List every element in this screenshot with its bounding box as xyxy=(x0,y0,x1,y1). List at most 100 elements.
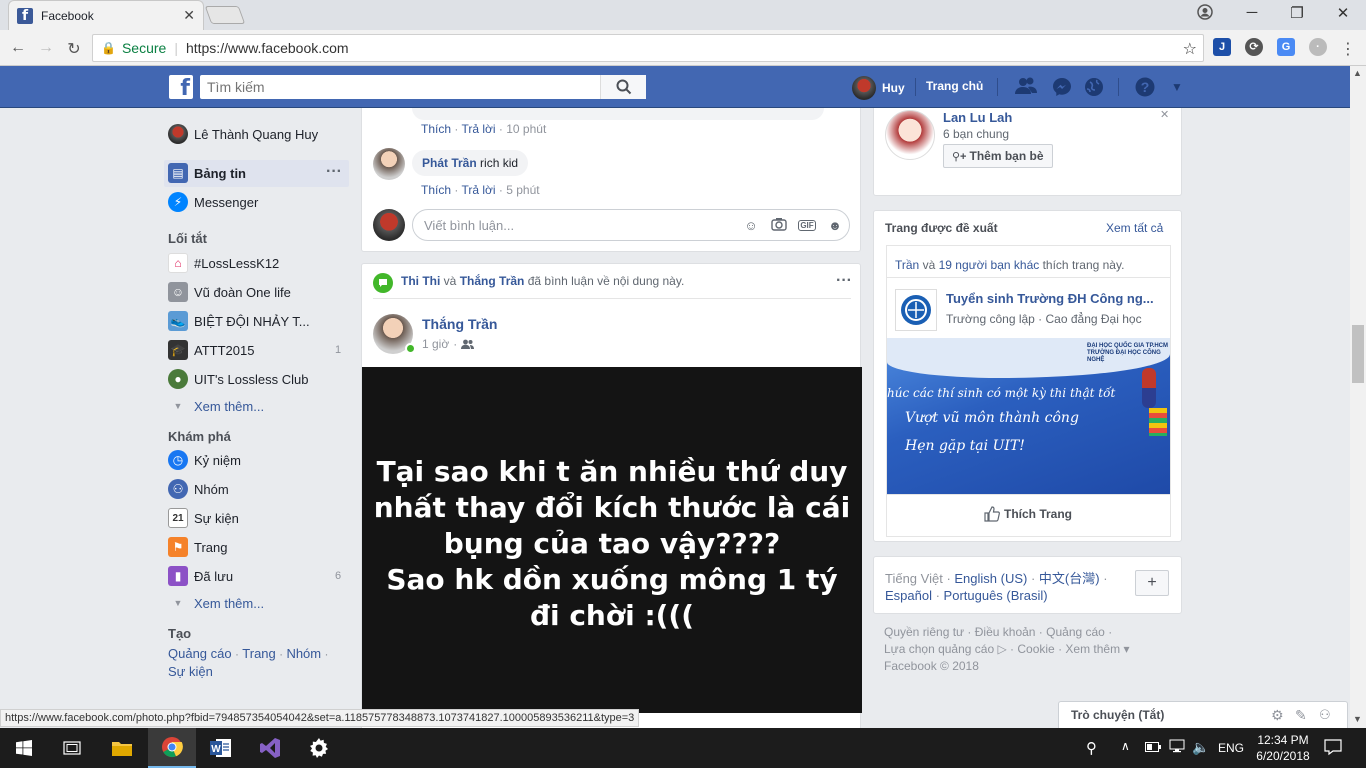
home-link[interactable]: Trang chủ xyxy=(926,79,983,93)
page-name[interactable]: Tuyển sinh Trường ĐH Công ng... xyxy=(946,291,1154,306)
language-option[interactable]: 中文(台灣) xyxy=(1039,571,1100,586)
reload-icon[interactable]: ↻ xyxy=(64,39,84,59)
translate-icon[interactable]: G xyxy=(1277,38,1295,56)
chrome-taskbar-icon[interactable] xyxy=(148,728,196,768)
scroll-up-icon[interactable]: ▲ xyxy=(1353,68,1362,78)
comment-author[interactable]: Phát Trần xyxy=(422,156,477,170)
sidebar-profile-link[interactable]: Lê Thành Quang Huy xyxy=(168,124,318,144)
address-bar[interactable]: 🔒 Secure | https://www.facebook.com ☆ xyxy=(92,34,1204,62)
scroll-down-icon[interactable]: ▼ xyxy=(1353,714,1362,724)
post-photo[interactable]: Tại sao khi t ăn nhiều thứ duy nhất thay… xyxy=(362,367,862,713)
menu-dots-icon[interactable]: ⋮ xyxy=(1338,39,1358,59)
sidebar-item-explore[interactable]: ⚇ Nhóm xyxy=(168,479,229,499)
volume-icon[interactable]: 🔈 xyxy=(1192,739,1209,756)
extension-circle-icon[interactable]: ⟳ xyxy=(1245,38,1263,56)
create-page-link[interactable]: Trang xyxy=(242,646,275,661)
sidebar-item-shortcut[interactable]: 👟 BIỆT ĐỘI NHẢY T... xyxy=(168,311,310,331)
reply-comment-link[interactable]: Trả lời xyxy=(461,183,495,197)
comment-input-box[interactable]: Viết bình luận... ☺ GIF ☻ xyxy=(412,209,850,241)
add-language-button[interactable]: + xyxy=(1135,570,1169,596)
sidebar-item-shortcut[interactable]: ● UIT's Lossless Club xyxy=(168,369,308,389)
sidebar-item-shortcut[interactable]: 🎓 ATTT2015 xyxy=(168,340,254,360)
sidebar-item-explore[interactable]: ◷ Kỷ niệm xyxy=(168,450,241,470)
extension-j-icon[interactable]: J xyxy=(1213,38,1231,56)
see-more-shortcuts[interactable]: ▼ Xem thêm... xyxy=(168,396,265,416)
camera-icon[interactable] xyxy=(765,217,793,234)
chat-sidebar-bar[interactable]: Trò chuyện (Tắt) ⚙ ✎ ⚇ xyxy=(1058,701,1348,728)
sidebar-item-shortcut[interactable]: ⌂ #LossLessK12 xyxy=(168,253,279,273)
friend-name[interactable]: Lan Lu Lah xyxy=(943,110,1012,125)
minimize-icon[interactable]: ─ xyxy=(1240,4,1264,21)
forward-icon[interactable]: → xyxy=(36,39,56,57)
create-event-link[interactable]: Sự kiện xyxy=(168,664,213,679)
language-option[interactable]: English (US) xyxy=(954,571,1027,586)
new-tab-button[interactable] xyxy=(204,6,246,24)
chevron-up-icon[interactable]: ∧ xyxy=(1121,739,1130,753)
close-window-icon[interactable]: ✕ xyxy=(1331,4,1355,22)
group-chat-icon[interactable]: ⚇ xyxy=(1319,707,1347,723)
file-explorer-icon[interactable] xyxy=(98,728,146,768)
browser-tab[interactable]: f Facebook ✕ xyxy=(8,0,204,30)
see-all-link[interactable]: Xem tất cả xyxy=(1106,221,1163,235)
input-language[interactable]: ENG xyxy=(1218,741,1244,755)
footer-link[interactable]: Xem thêm xyxy=(1065,642,1120,656)
search-input[interactable] xyxy=(200,79,600,95)
comment-input[interactable]: Viết bình luận... xyxy=(424,218,737,233)
footer-link[interactable]: Quảng cáo xyxy=(1046,625,1105,639)
action-center-icon[interactable] xyxy=(1324,738,1342,759)
help-icon[interactable]: ? xyxy=(1134,77,1156,97)
sidebar-item-explore[interactable]: ▮ Đã lưu xyxy=(168,566,233,586)
network-icon[interactable] xyxy=(1169,739,1185,756)
system-clock[interactable]: 12:34 PM 6/20/2018 xyxy=(1256,732,1310,764)
more-options-icon[interactable]: ··· xyxy=(326,163,342,181)
search-button[interactable] xyxy=(600,75,646,99)
scrollbar-thumb[interactable] xyxy=(1352,325,1364,383)
account-menu-icon[interactable]: ▼ xyxy=(1166,77,1188,97)
page-scrollbar[interactable] xyxy=(1350,66,1366,728)
notifications-globe-icon[interactable] xyxy=(1083,77,1105,97)
sidebar-item-shortcut[interactable]: ☺ Vũ đoàn One life xyxy=(168,282,291,302)
gif-icon[interactable]: GIF xyxy=(793,219,821,231)
settings-gear-icon[interactable]: ⚙ xyxy=(1271,707,1295,724)
friend-requests-icon[interactable] xyxy=(1015,77,1037,97)
task-view-icon[interactable] xyxy=(48,728,96,768)
dismiss-icon[interactable]: ✕ xyxy=(1160,108,1169,121)
close-tab-icon[interactable]: ✕ xyxy=(183,7,195,24)
back-icon[interactable]: ← xyxy=(8,39,28,57)
emoji-icon[interactable]: ☺ xyxy=(737,218,765,233)
extension-gray-icon[interactable]: · xyxy=(1309,38,1327,56)
avatar[interactable] xyxy=(373,148,405,180)
facebook-logo-icon[interactable]: f xyxy=(169,75,193,101)
battery-icon[interactable] xyxy=(1145,740,1161,755)
page-logo-icon[interactable] xyxy=(895,289,937,331)
bookmark-star-icon[interactable]: ☆ xyxy=(1183,39,1197,59)
create-ad-link[interactable]: Quảng cáo xyxy=(168,646,232,661)
footer-link[interactable]: Cookie xyxy=(1017,642,1054,656)
post-options-icon[interactable]: ··· xyxy=(836,272,852,290)
like-comment-link[interactable]: Thích xyxy=(421,122,451,136)
visual-studio-icon[interactable] xyxy=(246,728,294,768)
see-more-explore[interactable]: ▼ Xem thêm... xyxy=(168,593,265,613)
footer-link[interactable]: Lựa chọn quảng cáo xyxy=(884,642,994,656)
reply-comment-link[interactable]: Trả lời xyxy=(461,122,495,136)
footer-link[interactable]: Điều khoản xyxy=(975,625,1036,639)
settings-gear-icon[interactable] xyxy=(295,728,343,768)
post-time[interactable]: 1 giờ xyxy=(422,337,449,351)
post-author[interactable]: Thắng Trần xyxy=(422,316,497,332)
add-friend-button[interactable]: ⚲+ Thêm bạn bè xyxy=(943,144,1053,168)
language-option[interactable]: Português (Brasil) xyxy=(944,588,1048,603)
sidebar-item-messenger[interactable]: ⚡ Messenger xyxy=(168,192,258,212)
create-group-link[interactable]: Nhóm xyxy=(286,646,321,661)
like-page-button[interactable]: Thích Trang xyxy=(984,506,1072,522)
page-banner-image[interactable]: ĐẠI HỌC QUỐC GIA TP.HCM TRƯỜNG ĐẠI HỌC C… xyxy=(887,338,1170,494)
sidebar-item-explore[interactable]: 21 Sự kiện xyxy=(168,508,239,528)
windows-start-icon[interactable] xyxy=(0,728,48,768)
compose-icon[interactable]: ✎ xyxy=(1295,707,1319,724)
maximize-icon[interactable]: ❐ xyxy=(1285,4,1309,22)
like-comment-link[interactable]: Thích xyxy=(421,183,451,197)
activity-user-link[interactable]: Thắng Trần xyxy=(460,274,525,288)
activity-user-link[interactable]: Thi Thi xyxy=(401,274,440,288)
people-icon[interactable]: ⚲ xyxy=(1086,739,1097,757)
sticker-icon[interactable]: ☻ xyxy=(821,218,849,233)
profile-link[interactable]: Huy xyxy=(852,76,905,100)
